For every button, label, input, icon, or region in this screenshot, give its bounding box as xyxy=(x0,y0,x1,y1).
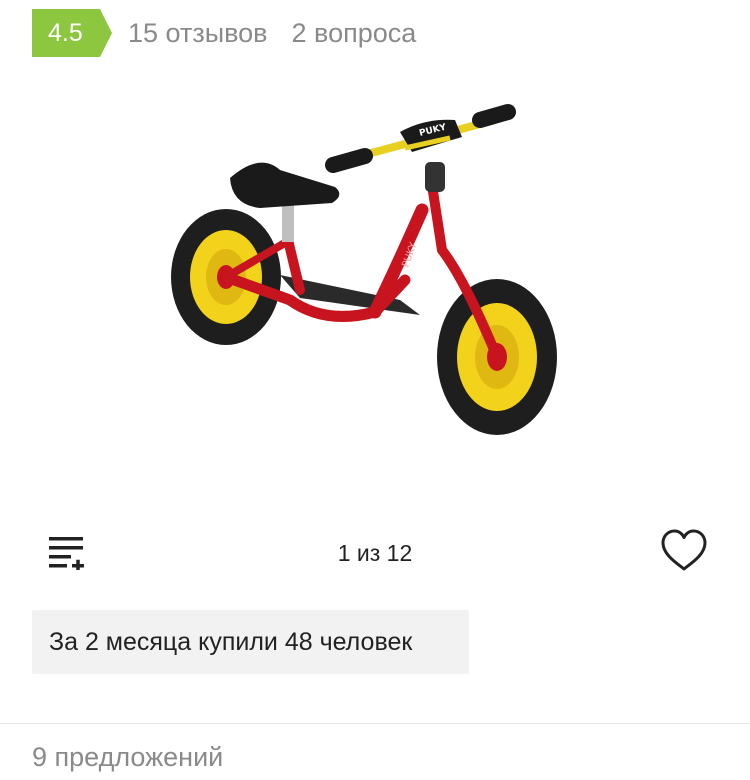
purchase-stats-note: За 2 месяца купили 48 человек xyxy=(32,610,469,674)
gallery-bar: 1 из 12 xyxy=(0,520,750,584)
add-to-list-icon[interactable] xyxy=(48,534,86,570)
heart-icon[interactable] xyxy=(660,528,708,574)
rating-bar: 4.5 15 отзывов 2 вопроса xyxy=(32,9,416,57)
offers-link[interactable]: 9 предложений xyxy=(32,742,223,773)
questions-link[interactable]: 2 вопроса xyxy=(292,18,417,49)
stem xyxy=(425,162,445,192)
gallery-counter: 1 из 12 xyxy=(337,540,413,566)
divider xyxy=(0,723,750,724)
product-image[interactable]: PUKY PUKY xyxy=(150,90,580,470)
seat xyxy=(230,162,340,208)
rating-badge: 4.5 xyxy=(32,9,112,57)
reviews-link[interactable]: 15 отзывов xyxy=(128,18,268,49)
